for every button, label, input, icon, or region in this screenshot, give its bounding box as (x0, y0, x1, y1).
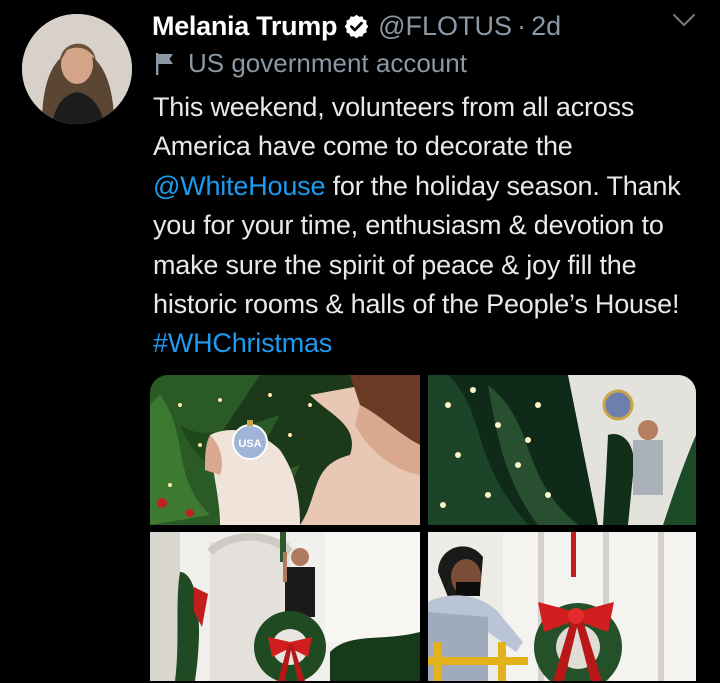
avatar-image (22, 14, 132, 124)
government-account-label[interactable]: US government account (188, 48, 467, 79)
government-flag-icon (156, 52, 173, 75)
tweet-header: Melania Trump @FLOTUS · 2d (152, 6, 700, 46)
tweet[interactable]: Melania Trump @FLOTUS · 2d US government… (0, 0, 720, 683)
photo-wreath-ladder[interactable] (428, 532, 696, 681)
chevron-down-icon[interactable] (670, 10, 698, 30)
mention-link[interactable]: @WhiteHouse (153, 171, 325, 201)
ornament-text: USA (238, 438, 261, 450)
photo-ornament[interactable]: USA (150, 375, 420, 525)
media-grid: USA (150, 375, 696, 681)
government-label-row: US government account (154, 48, 467, 79)
tweet-timestamp[interactable]: 2d (531, 11, 561, 42)
separator-dot: · (517, 10, 527, 41)
author-name[interactable]: Melania Trump (152, 11, 337, 42)
photo-tree-lights[interactable] (428, 375, 696, 525)
tweet-text-part1: This weekend, volunteers from all across… (153, 92, 635, 162)
avatar[interactable] (22, 14, 132, 124)
tweet-text: This weekend, volunteers from all across… (153, 88, 713, 364)
verified-badge-icon (344, 14, 369, 38)
hashtag-link[interactable]: #WHChristmas (153, 328, 332, 358)
author-handle[interactable]: @FLOTUS (378, 11, 512, 42)
photo-wreath-window[interactable] (150, 532, 420, 681)
